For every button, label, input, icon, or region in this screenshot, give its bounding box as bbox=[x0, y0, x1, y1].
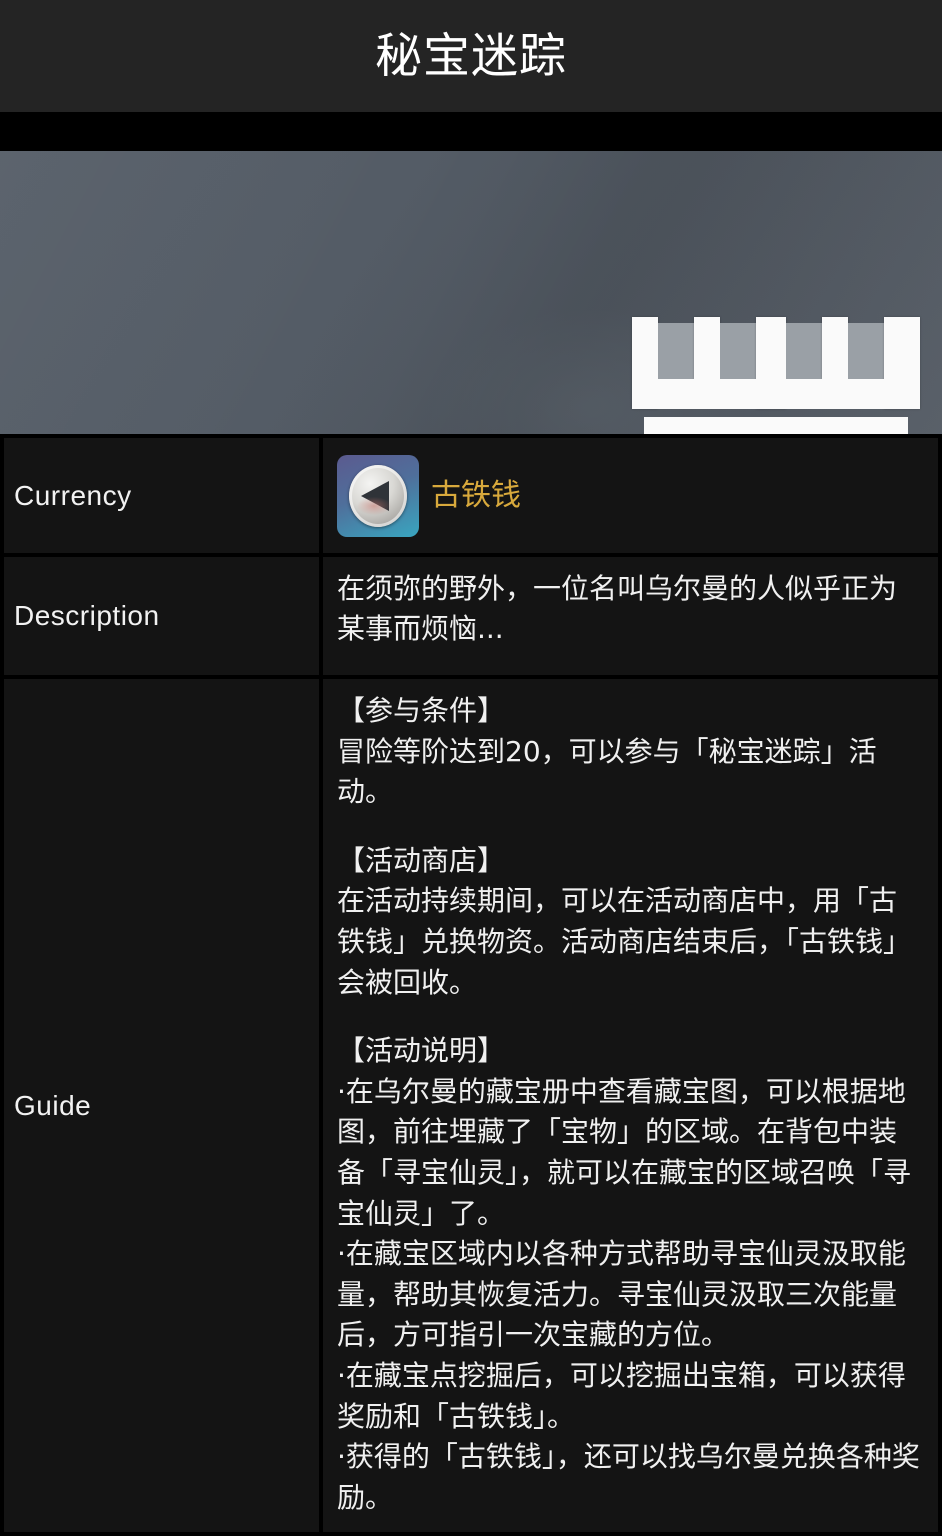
event-info-table: Currency 古铁钱 Description 在须弥的野外，一位名叫乌尔曼的… bbox=[0, 434, 942, 1536]
table-row-currency: Currency 古铁钱 bbox=[4, 438, 938, 553]
header-gap-divider bbox=[0, 112, 942, 151]
guide-spacer-2 bbox=[337, 1003, 924, 1031]
treasure-chest-icon bbox=[632, 317, 920, 434]
guide-section-2-body: 在活动持续期间，可以在活动商店中，用「古铁钱」兑换物资。活动商店结束后，「古铁钱… bbox=[337, 884, 912, 999]
currency-item-name: 古铁钱 bbox=[431, 477, 521, 513]
row-value-description: 在须弥的野外，一位名叫乌尔曼的人似乎正为某事而烦恼... bbox=[323, 557, 938, 675]
coin-shape bbox=[349, 464, 407, 527]
table-row-guide: Guide 【参与条件】 冒险等阶达到20，可以参与「秘宝迷踪」活动。 【活动商… bbox=[4, 679, 938, 1533]
guide-section-3-body: ·在乌尔曼的藏宝册中查看藏宝图，可以根据地图，前往埋藏了「宝物」的区域。在背包中… bbox=[337, 1074, 920, 1514]
description-text: 在须弥的野外，一位名叫乌尔曼的人似乎正为某事而烦恼... bbox=[337, 572, 898, 645]
coin-blush-highlight bbox=[357, 496, 391, 515]
guide-section-2-heading: 【活动商店】 bbox=[337, 843, 506, 877]
row-label-description: Description bbox=[4, 557, 319, 675]
event-banner bbox=[0, 151, 942, 434]
row-value-currency: 古铁钱 bbox=[323, 438, 938, 553]
guide-section-1-heading: 【参与条件】 bbox=[337, 694, 506, 727]
ancient-iron-coin-icon[interactable] bbox=[337, 454, 419, 537]
guide-section-1-body: 冒险等阶达到20，可以参与「秘宝迷踪」活动。 bbox=[337, 734, 877, 809]
guide-spacer-1 bbox=[337, 813, 924, 841]
page-title: 秘宝迷踪 bbox=[375, 28, 567, 84]
table-row-description: Description 在须弥的野外，一位名叫乌尔曼的人似乎正为某事而烦恼... bbox=[4, 557, 938, 675]
row-label-guide: Guide bbox=[4, 679, 319, 1533]
app-header: 秘宝迷踪 bbox=[0, 0, 942, 112]
row-label-currency: Currency bbox=[4, 438, 319, 553]
guide-section-3-heading: 【活动说明】 bbox=[337, 1034, 506, 1068]
row-value-guide: 【参与条件】 冒险等阶达到20，可以参与「秘宝迷踪」活动。 【活动商店】 在活动… bbox=[323, 679, 938, 1533]
